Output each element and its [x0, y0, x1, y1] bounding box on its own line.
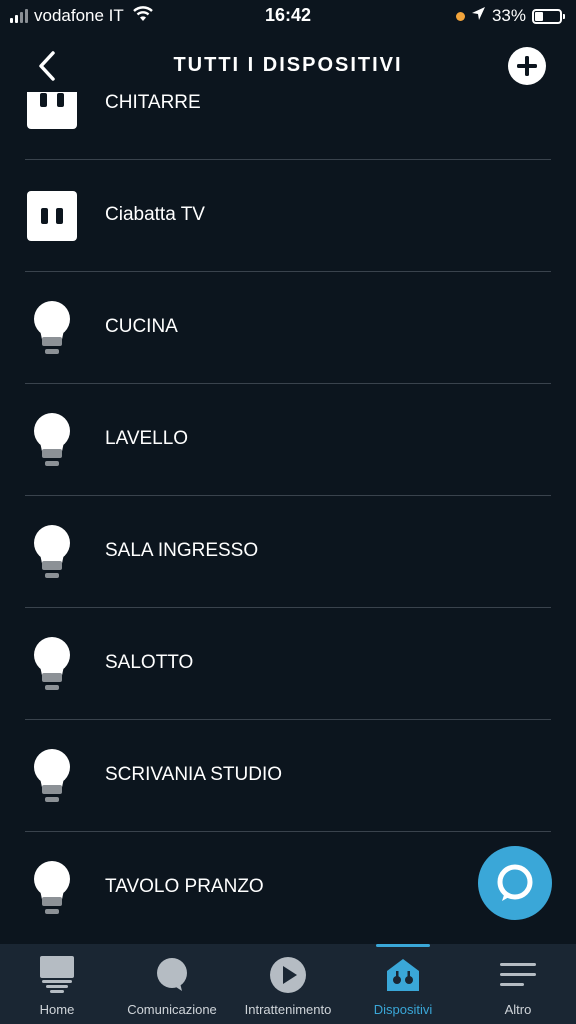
device-label: Ciabatta TV: [105, 204, 205, 225]
nav-dispositivi[interactable]: Dispositivi: [358, 944, 448, 1024]
light-bulb-icon: [26, 636, 78, 692]
page-title: TUTTI I DISPOSITIVI: [173, 54, 403, 76]
plus-icon: [517, 56, 537, 76]
light-bulb-icon: [26, 748, 78, 804]
device-label: SCRIVANIA STUDIO: [105, 764, 283, 785]
device-row-sala-ingresso[interactable]: SALA INGRESSO: [0, 496, 576, 608]
battery-fill: [535, 11, 543, 21]
nav-home[interactable]: Home: [17, 944, 97, 1024]
device-label: LAVELLO: [105, 428, 189, 449]
device-label: TAVOLO PRANZO: [105, 876, 264, 897]
nav-label: Home: [39, 1002, 75, 1017]
nav-label: Comunicazione: [127, 1002, 217, 1017]
smart-home-icon: [383, 956, 423, 994]
bottom-nav: Home Comunicazione Intrattenimento Dispo…: [0, 944, 576, 1024]
battery-percent: 33%: [491, 6, 526, 25]
light-bulb-icon: [26, 860, 78, 916]
alexa-button[interactable]: [478, 846, 552, 920]
device-label: SALOTTO: [105, 652, 194, 673]
smart-plug-icon: [26, 188, 78, 244]
home-icon: [37, 956, 77, 994]
chat-bubble-icon: [152, 956, 192, 994]
light-bulb-icon: [26, 524, 78, 580]
nav-intrattenimento[interactable]: Intrattenimento: [233, 944, 343, 1024]
light-bulb-icon: [26, 412, 78, 468]
device-label: SALA INGRESSO: [105, 540, 259, 561]
location-arrow-icon: [471, 6, 486, 26]
device-row-cucina[interactable]: CUCINA: [0, 272, 576, 384]
alexa-ring-icon: [497, 864, 533, 901]
add-device-button[interactable]: [508, 47, 546, 85]
nav-label: Intrattenimento: [244, 1002, 332, 1017]
recording-indicator-icon: [455, 11, 465, 21]
device-label: CUCINA: [105, 316, 178, 337]
nav-label: Dispositivi: [373, 1002, 433, 1017]
nav-label: Altro: [504, 1002, 532, 1017]
battery-icon: [532, 8, 565, 24]
device-list[interactable]: CHITARRE Ciabatta TV CUCINA LAVELLO SALA…: [0, 0, 576, 944]
status-right: 33%: [455, 5, 565, 27]
device-row-lavello[interactable]: LAVELLO: [0, 384, 576, 496]
status-bar: vodafone IT 16:42 33%: [0, 0, 576, 32]
device-row-scrivania-studio[interactable]: SCRIVANIA STUDIO: [0, 720, 576, 832]
nav-altro[interactable]: Altro: [478, 944, 558, 1024]
menu-icon: [498, 956, 538, 994]
nav-comunicazione[interactable]: Comunicazione: [117, 944, 227, 1024]
light-bulb-icon: [26, 300, 78, 356]
play-icon: [268, 956, 308, 994]
device-row-salotto[interactable]: SALOTTO: [0, 608, 576, 720]
device-row-ciabatta-tv[interactable]: Ciabatta TV: [0, 160, 576, 272]
header: TUTTI I DISPOSITIVI: [0, 36, 576, 96]
